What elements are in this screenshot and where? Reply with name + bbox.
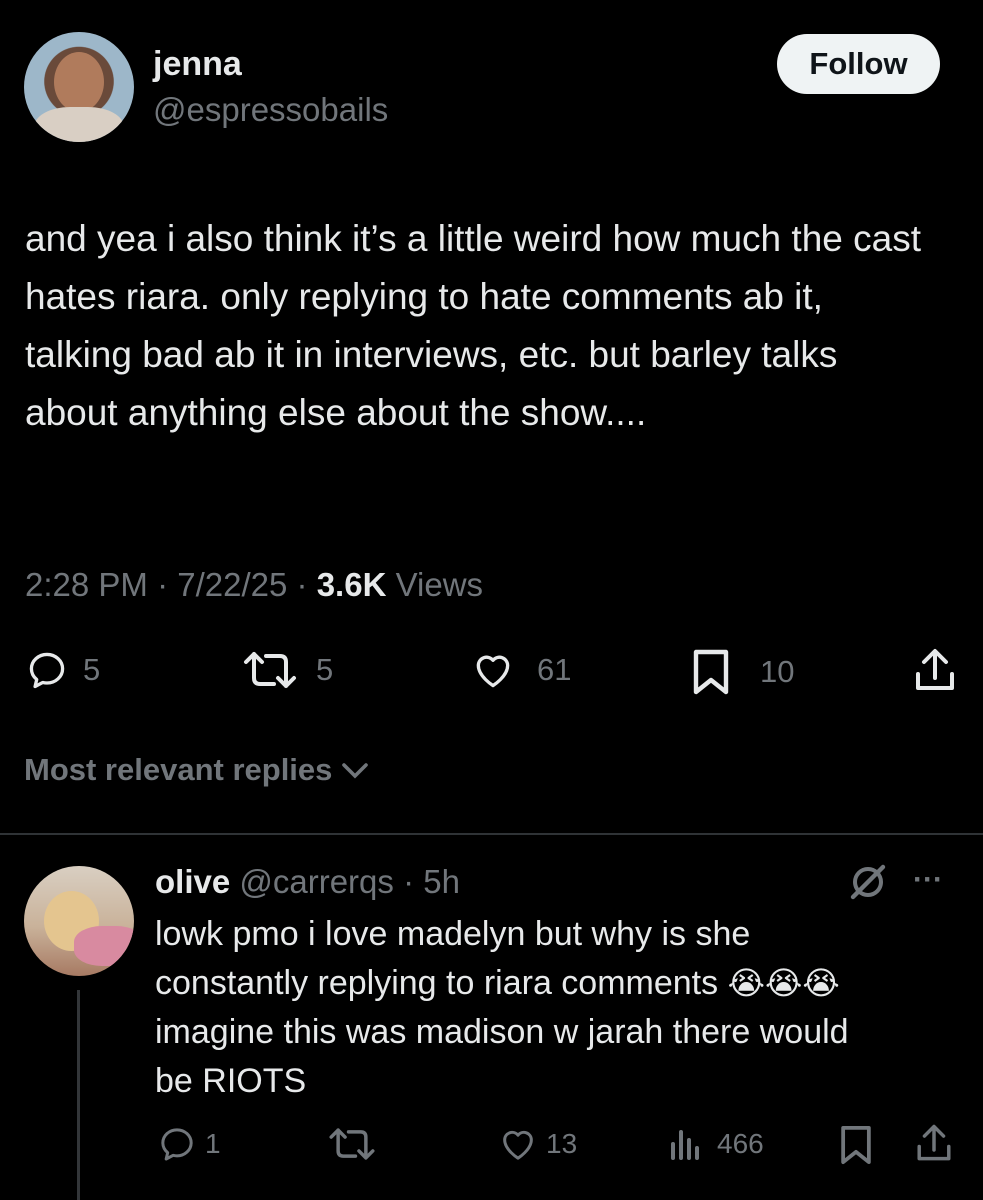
reply-repost-action[interactable]	[326, 1124, 378, 1164]
reply-text: lowk pmo i love madelyn but why is she c…	[155, 910, 970, 1106]
share-icon[interactable]	[912, 646, 958, 694]
reply-author-name[interactable]: olive	[155, 863, 230, 900]
like-count: 61	[537, 652, 572, 687]
views-label: Views	[395, 566, 484, 603]
tweet-meta: 2:28 PM · 7/22/25 · 3.6K Views	[25, 563, 483, 607]
tweet-date: 7/22/25	[177, 566, 288, 603]
repost-action[interactable]: 5	[240, 648, 333, 692]
like-icon	[498, 1124, 538, 1164]
like-icon	[471, 648, 515, 692]
tweet-text: and yea i also think it’s a little weird…	[25, 218, 921, 433]
reply-views-count: 466	[717, 1128, 764, 1159]
follow-button-label: Follow	[809, 46, 908, 81]
replies-sort-label: Most relevant replies	[24, 752, 333, 787]
reply-reply-action[interactable]: 1	[157, 1124, 221, 1164]
chevron-down-icon	[340, 759, 370, 781]
replies-sort-dropdown[interactable]: Most relevant replies	[24, 752, 370, 788]
thread-line	[77, 990, 80, 1200]
reply-age[interactable]: 5h	[423, 863, 460, 900]
reply-text-line: constantly replying to riara comments 😭😭…	[155, 959, 970, 1008]
reply-author-avatar[interactable]	[24, 866, 134, 976]
meta-separator: ·	[296, 566, 308, 603]
author-avatar[interactable]	[24, 32, 134, 142]
reply-text-line: be RIOTS	[155, 1062, 307, 1100]
reply-action[interactable]: 5	[25, 648, 100, 692]
reply-like-count: 13	[546, 1128, 578, 1159]
reply-text-line: imagine this was madison w jarah there w…	[155, 1013, 849, 1051]
reply-text-segment: constantly replying to riara comments	[155, 964, 719, 1002]
repost-icon	[326, 1124, 378, 1164]
follow-button[interactable]: Follow	[777, 34, 940, 94]
crying-emoji: 😭😭😭	[727, 965, 840, 1001]
reply-separator: ·	[403, 863, 415, 900]
grok-icon[interactable]	[848, 862, 888, 902]
bookmark-icon	[690, 648, 732, 696]
reply-author-handle[interactable]: @carrerqs	[239, 863, 394, 900]
bookmark-count: 10	[760, 654, 795, 689]
tweet-time: 2:28 PM	[25, 566, 148, 603]
bookmark-action[interactable]: 10	[690, 648, 794, 696]
like-action[interactable]: 61	[471, 648, 571, 692]
author-handle[interactable]: @espressobails	[153, 90, 388, 130]
reply-icon	[157, 1124, 197, 1164]
author-name[interactable]: jenna	[153, 44, 242, 84]
repost-icon	[240, 648, 300, 692]
meta-separator: ·	[157, 566, 169, 603]
divider	[0, 833, 983, 835]
views-icon	[667, 1124, 703, 1164]
more-options-button[interactable]: ···	[913, 860, 943, 900]
reply-header: olive @carrerqs · 5h	[155, 862, 460, 902]
reply-text-line: lowk pmo i love madelyn but why is she	[155, 915, 751, 953]
reply-icon	[25, 648, 69, 692]
reply-like-action[interactable]: 13	[498, 1124, 577, 1164]
views-count: 3.6K	[316, 566, 387, 603]
reply-count: 5	[83, 652, 101, 687]
reply-bookmark-icon[interactable]	[838, 1124, 874, 1166]
reply-views-action[interactable]: 466	[667, 1124, 764, 1164]
reply-share-icon[interactable]	[914, 1122, 954, 1164]
repost-count: 5	[316, 652, 334, 687]
reply-reply-count: 1	[205, 1128, 221, 1159]
